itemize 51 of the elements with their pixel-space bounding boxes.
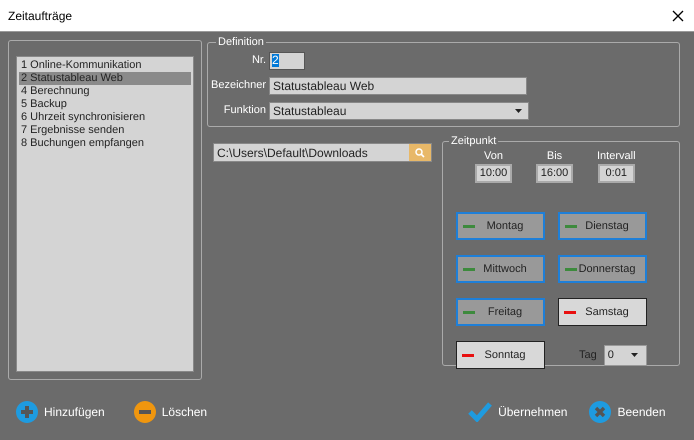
- input-field[interactable]: 2: [269, 52, 305, 70]
- day-toggle[interactable]: Donnerstag: [558, 255, 647, 283]
- status-icon: [565, 224, 577, 228]
- list-item[interactable]: 6 Uhrzeit synchronisieren: [19, 111, 191, 124]
- status-icon: [564, 310, 576, 314]
- day-toggle[interactable]: Sonntag: [456, 341, 545, 369]
- group-label: Definition: [217, 35, 265, 50]
- list-item[interactable]: 7 Ergebnisse senden: [19, 124, 191, 137]
- field-label: Bezeichner: [211, 78, 266, 94]
- field-label: Tag: [579, 348, 597, 363]
- day-toggle[interactable]: Montag: [456, 212, 545, 240]
- status-icon: [463, 310, 475, 314]
- input-field[interactable]: C:\Users\Default\Downloads: [213, 143, 432, 162]
- list-item[interactable]: 1 Online-Kommunikation: [19, 59, 191, 72]
- field-label: Funktion: [222, 103, 266, 118]
- check-icon: [468, 402, 492, 422]
- field-label: Intervall: [597, 148, 636, 164]
- day-toggle[interactable]: Samstag: [558, 298, 647, 326]
- caret-icon: [631, 353, 638, 357]
- field-label: Nr.: [250, 53, 266, 68]
- field-label: Bis: [546, 148, 562, 164]
- close-icon[interactable]: [672, 10, 684, 22]
- day-toggle[interactable]: Freitag: [456, 298, 545, 326]
- status-icon: [565, 268, 577, 270]
- dropdown[interactable]: 0: [604, 344, 647, 366]
- action-button[interactable]: Hinzufügen: [16, 401, 105, 423]
- status-icon: [463, 268, 475, 270]
- list-item[interactable]: 8 Buchungen empfangen: [19, 137, 191, 150]
- status-icon: [463, 224, 475, 228]
- window-title: Zeitaufträge: [8, 8, 72, 24]
- input-field[interactable]: 10:00: [475, 164, 512, 183]
- caret-icon: [515, 108, 522, 112]
- group-label: Zeitpunkt: [450, 134, 498, 149]
- minus-icon: [134, 401, 156, 423]
- field-label: Von: [484, 148, 503, 164]
- action-button[interactable]: Löschen: [134, 401, 208, 423]
- status-icon: [462, 354, 474, 356]
- search-icon: [415, 148, 425, 158]
- day-toggle[interactable]: Mittwoch: [456, 255, 545, 283]
- day-toggle[interactable]: Dienstag: [558, 212, 647, 240]
- plus-icon: [16, 401, 38, 423]
- dropdown[interactable]: Statustableau: [269, 102, 529, 120]
- list-item[interactable]: 5 Backup: [19, 98, 191, 111]
- close-icon: [589, 401, 612, 423]
- action-button[interactable]: Übernehmen: [468, 402, 568, 422]
- list-item[interactable]: 4 Berechnung: [19, 85, 191, 98]
- input-field[interactable]: 16:00: [536, 164, 573, 183]
- input-field[interactable]: 0:01: [598, 164, 635, 183]
- list-item[interactable]: 2 Statustableau Web: [19, 72, 191, 85]
- action-button[interactable]: Beenden: [589, 401, 666, 423]
- input-field[interactable]: Statustableau Web: [269, 76, 527, 94]
